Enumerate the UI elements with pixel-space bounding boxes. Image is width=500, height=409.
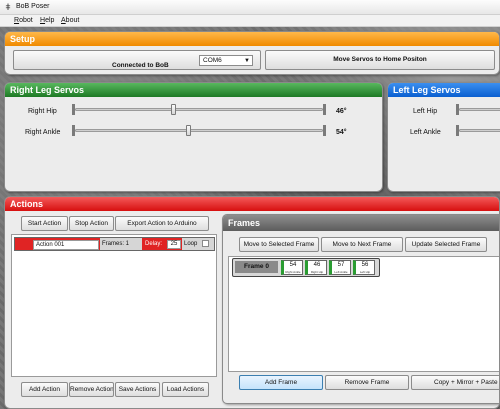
right-leg-panel: Right Leg Servos Right Hip 46° Right Ank… bbox=[4, 82, 383, 192]
right-hip-label: Right Hip bbox=[28, 108, 57, 115]
frame-label: Frame 0 bbox=[235, 261, 278, 273]
menu-bar: Robot Help About bbox=[0, 15, 500, 27]
com-port-value: COM6 bbox=[203, 57, 222, 64]
left-hip-slider-track[interactable] bbox=[459, 108, 500, 111]
right-ankle-label: Right Ankle bbox=[25, 129, 61, 136]
save-actions-button[interactable]: Save Actions bbox=[115, 382, 160, 397]
frames-list[interactable]: Frame 0 54 Right Ankle 46 Right Hip 57 L… bbox=[228, 256, 499, 372]
frame-servo-name: Left Ankle bbox=[334, 270, 348, 274]
connection-label: Connected to BoB bbox=[112, 62, 169, 69]
frame-servo-value: 46 bbox=[313, 262, 321, 268]
actions-header: Actions bbox=[5, 197, 499, 211]
action-delay-label: Delay: bbox=[143, 238, 167, 250]
right-hip-slider-thumb[interactable] bbox=[171, 104, 176, 115]
frame-servo-chip[interactable]: 56 Left Hip bbox=[353, 260, 375, 275]
add-frame-button[interactable]: Add Frame bbox=[239, 375, 323, 390]
title-bar: ǂ BoB Poser bbox=[0, 0, 500, 15]
remove-frame-button[interactable]: Remove Frame bbox=[325, 375, 409, 390]
move-to-selected-frame-button[interactable]: Move to Selected Frame bbox=[239, 237, 319, 252]
connection-group: Connected to BoB COM6 ▼ bbox=[13, 50, 261, 70]
start-action-button[interactable]: Start Action bbox=[21, 216, 68, 231]
action-frames-count: Frames: 1 bbox=[100, 238, 142, 250]
left-leg-header: Left Leg Servos bbox=[388, 83, 500, 97]
frame-servo-value: 57 bbox=[337, 262, 345, 268]
remove-action-button[interactable]: Remove Action bbox=[69, 382, 114, 397]
right-ankle-slider-track[interactable] bbox=[75, 129, 323, 132]
action-loop-group: Loop bbox=[182, 238, 214, 250]
action-loop-label: Loop bbox=[184, 241, 198, 247]
action-delay-input[interactable]: 25 bbox=[167, 240, 181, 249]
frame-servo-chip[interactable]: 54 Right Ankle bbox=[281, 260, 303, 275]
stop-action-button[interactable]: Stop Action bbox=[69, 216, 114, 231]
frame-servo-chip[interactable]: 46 Right Hip bbox=[305, 260, 327, 275]
right-hip-value: 46° bbox=[336, 108, 347, 115]
robot-legs-icon: ǂ bbox=[5, 2, 11, 12]
right-ankle-max-tick bbox=[323, 125, 326, 136]
frame-servo-name: Right Ankle bbox=[285, 270, 301, 274]
load-actions-button[interactable]: Load Actions bbox=[162, 382, 209, 397]
menu-help[interactable]: Help bbox=[40, 17, 54, 24]
left-ankle-slider-track[interactable] bbox=[459, 129, 500, 132]
com-port-select[interactable]: COM6 ▼ bbox=[199, 55, 253, 66]
frame-servo-chip[interactable]: 57 Left Ankle bbox=[329, 260, 351, 275]
copy-mirror-paste-button[interactable]: Copy + Mirror + Paste bbox=[411, 375, 499, 390]
frame-servo-value: 56 bbox=[361, 262, 369, 268]
menu-about[interactable]: About bbox=[61, 17, 79, 24]
right-hip-slider-track[interactable] bbox=[75, 108, 323, 111]
menu-robot-label: obot bbox=[19, 17, 33, 24]
left-leg-panel: Left Leg Servos Left Hip Left Ankle bbox=[387, 82, 500, 192]
frame-servo-value: 54 bbox=[289, 262, 297, 268]
right-leg-header: Right Leg Servos bbox=[5, 83, 382, 97]
right-hip-max-tick bbox=[323, 104, 326, 115]
frame-list-item[interactable]: Frame 0 54 Right Ankle 46 Right Hip 57 L… bbox=[232, 258, 380, 277]
menu-robot[interactable]: Robot bbox=[14, 17, 33, 24]
window-title: BoB Poser bbox=[16, 3, 50, 10]
left-ankle-label: Left Ankle bbox=[410, 129, 441, 136]
add-action-button[interactable]: Add Action bbox=[21, 382, 68, 397]
menu-about-label: bout bbox=[65, 17, 80, 24]
export-action-button[interactable]: Export Action to Arduino bbox=[115, 216, 209, 231]
setup-panel: Setup Connected to BoB COM6 ▼ Move Servo… bbox=[4, 31, 500, 75]
setup-header: Setup bbox=[5, 32, 499, 46]
update-selected-frame-button[interactable]: Update Selected Frame bbox=[405, 237, 487, 252]
action-name-field[interactable]: Action 001 bbox=[33, 240, 99, 250]
move-servos-home-button[interactable]: Move Servos to Home Positon bbox=[265, 50, 495, 70]
chevron-down-icon: ▼ bbox=[244, 58, 250, 64]
frames-header: Frames bbox=[223, 215, 499, 231]
right-ankle-slider-thumb[interactable] bbox=[186, 125, 191, 136]
action-list-item[interactable]: Action 001 Frames: 1 Delay: 25 Loop bbox=[14, 237, 215, 251]
actions-list[interactable]: Action 001 Frames: 1 Delay: 25 Loop bbox=[11, 234, 217, 377]
move-to-next-frame-button[interactable]: Move to Next Frame bbox=[321, 237, 403, 252]
menu-help-label: elp bbox=[45, 17, 55, 24]
frames-panel: Frames Move to Selected Frame Move to Ne… bbox=[222, 214, 499, 404]
right-ankle-value: 54° bbox=[336, 129, 347, 136]
frame-servo-name: Left Hip bbox=[359, 270, 371, 274]
action-loop-checkbox[interactable] bbox=[202, 240, 209, 247]
left-hip-label: Left Hip bbox=[413, 108, 438, 115]
frame-servo-name: Right Hip bbox=[310, 270, 324, 274]
actions-panel: Actions Start Action Stop Action Export … bbox=[4, 196, 500, 409]
